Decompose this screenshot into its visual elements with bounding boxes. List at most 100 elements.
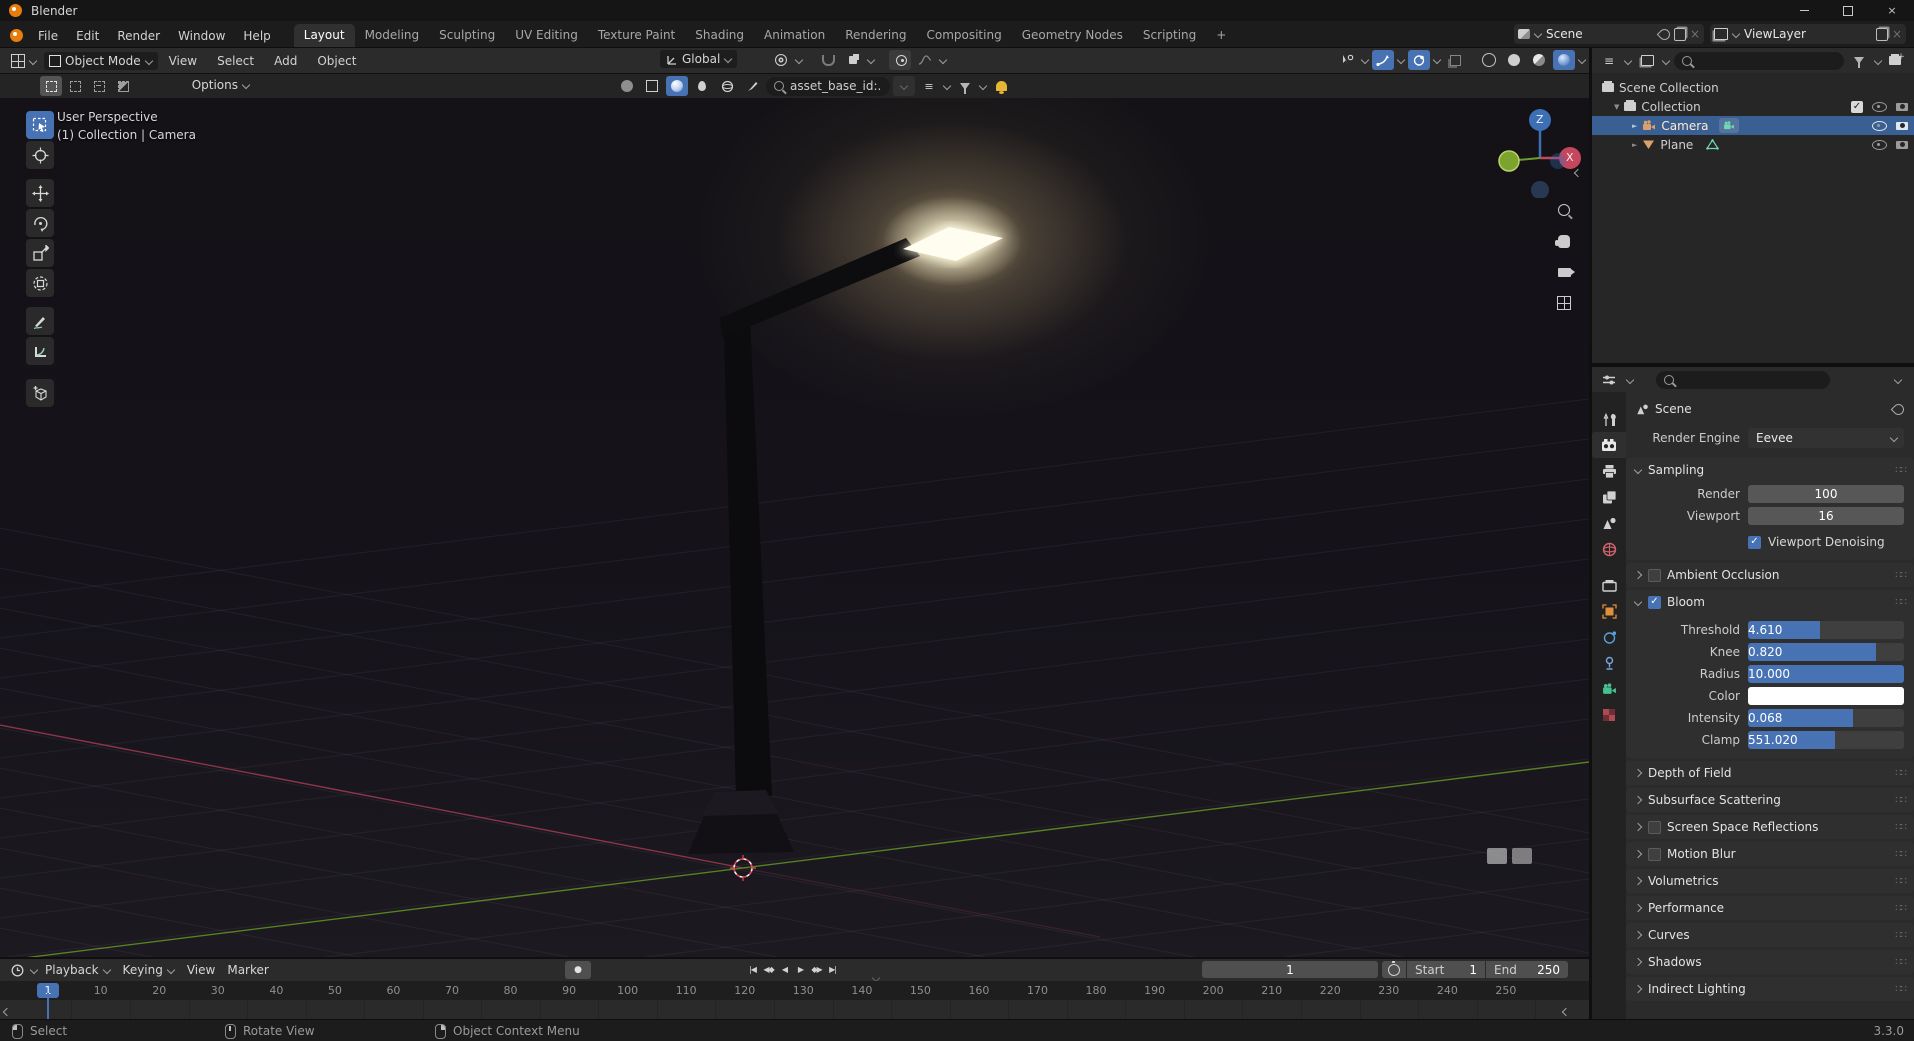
- select-mode-new-icon[interactable]: [40, 76, 62, 96]
- collection-checkbox[interactable]: ✓: [1851, 100, 1863, 113]
- panel-grip[interactable]: ∷∷: [1895, 597, 1907, 608]
- tab-view-layer[interactable]: [1592, 484, 1626, 510]
- mode-dropdown[interactable]: Object Mode: [44, 51, 158, 70]
- shading-wireframe-icon[interactable]: [1478, 50, 1500, 70]
- current-frame-field[interactable]: 1: [1202, 961, 1378, 978]
- timeline-editor-icon[interactable]: [6, 960, 28, 980]
- blender-menu-icon[interactable]: [10, 29, 23, 42]
- ambient-occlusion-header[interactable]: ✓ Ambient Occlusion ∷∷: [1626, 563, 1914, 587]
- chevron-down-icon[interactable]: [1397, 56, 1405, 64]
- add-workspace-button[interactable]: +: [1206, 24, 1236, 47]
- camera-view-icon[interactable]: [1552, 260, 1576, 284]
- outliner-display-mode-icon[interactable]: ≡: [1598, 51, 1620, 71]
- depth-of-field-header[interactable]: Depth of Field ∷∷: [1626, 761, 1914, 785]
- tool-transform[interactable]: [26, 269, 54, 297]
- shading-material-icon[interactable]: [1528, 50, 1550, 70]
- chevron-down-icon[interactable]: [939, 56, 947, 64]
- motion-blur-checkbox[interactable]: ✓: [1648, 847, 1661, 861]
- chevron-down-icon[interactable]: [1433, 56, 1441, 64]
- next-keyframe-button[interactable]: ◆▶: [809, 961, 824, 977]
- viewport-canvas[interactable]: User Perspective (1) Collection | Camera: [0, 98, 1589, 957]
- chevron-down-icon[interactable]: [1578, 56, 1586, 64]
- disclosure-triangle-icon[interactable]: ▼: [1614, 103, 1619, 111]
- disclosure-triangle-icon[interactable]: ►: [1632, 141, 1637, 149]
- panel-grip[interactable]: ∷∷: [1895, 768, 1907, 779]
- tab-uv-editing[interactable]: UV Editing: [505, 24, 588, 47]
- motion-blur-header[interactable]: ✓ Motion Blur ∷∷: [1626, 842, 1914, 866]
- tab-animation[interactable]: Animation: [754, 24, 835, 47]
- timeline-menu-view[interactable]: View: [182, 961, 220, 979]
- tab-constraints[interactable]: [1592, 650, 1626, 676]
- tool-scale[interactable]: [26, 239, 54, 267]
- tool-move[interactable]: [26, 179, 54, 207]
- panel-grip[interactable]: ∷∷: [1895, 795, 1907, 806]
- pivot-point-icon[interactable]: [770, 50, 792, 70]
- clamp-slider[interactable]: 551.020: [1748, 731, 1904, 749]
- play-reverse-button[interactable]: ◀: [777, 961, 792, 977]
- notifications-bell-icon[interactable]: [990, 76, 1012, 96]
- hide-eye-icon[interactable]: [1872, 139, 1887, 150]
- disclosure-triangle-icon[interactable]: ►: [1632, 122, 1637, 130]
- hide-eye-icon[interactable]: [1872, 120, 1887, 131]
- timeline-menu-marker[interactable]: Marker: [222, 961, 273, 979]
- menu-render[interactable]: Render: [108, 25, 169, 47]
- timeline-menu-keying[interactable]: Keying: [118, 961, 180, 979]
- tool-rotate[interactable]: [26, 209, 54, 237]
- panel-grip[interactable]: ∷∷: [1895, 930, 1907, 941]
- orientation-dropdown[interactable]: Global: [660, 50, 738, 68]
- remove-viewlayer-icon[interactable]: ×: [1892, 27, 1902, 41]
- editor-type-button[interactable]: [6, 52, 42, 70]
- knee-slider[interactable]: 0.820: [1748, 643, 1904, 661]
- collapse-timeline-icon[interactable]: [1562, 1008, 1570, 1016]
- unlink-scene-icon[interactable]: ×: [1690, 27, 1700, 41]
- gizmo-free-orbit-dot[interactable]: [1550, 153, 1566, 169]
- tool-measure[interactable]: [26, 337, 54, 365]
- viewport-denoising-checkbox[interactable]: ✓: [1748, 535, 1761, 549]
- tab-shading[interactable]: Shading: [685, 24, 754, 47]
- collapse-region-icon[interactable]: [1574, 169, 1582, 177]
- play-button[interactable]: ▶: [793, 961, 808, 977]
- outliner-row-plane[interactable]: ► Plane: [1592, 135, 1914, 154]
- ambient-occlusion-checkbox[interactable]: ✓: [1648, 568, 1661, 582]
- menu-edit[interactable]: Edit: [67, 25, 108, 47]
- chevron-down-icon[interactable]: [795, 56, 803, 64]
- proportional-editing-icon[interactable]: [889, 50, 911, 70]
- tab-physics[interactable]: [1592, 624, 1626, 650]
- scene-selector[interactable]: Scene ×: [1514, 24, 1704, 44]
- panel-grip[interactable]: ∷∷: [1895, 903, 1907, 914]
- tab-scripting[interactable]: Scripting: [1133, 24, 1206, 47]
- panel-grip[interactable]: ∷∷: [1895, 849, 1907, 860]
- tab-layout[interactable]: Layout: [293, 24, 355, 47]
- performance-header[interactable]: Performance ∷∷: [1626, 896, 1914, 920]
- chevron-down-icon[interactable]: [1361, 56, 1369, 64]
- expand-channels-icon[interactable]: [3, 1008, 11, 1016]
- new-scene-icon[interactable]: [1673, 27, 1686, 41]
- pin-icon[interactable]: [1656, 26, 1673, 42]
- chevron-down-icon[interactable]: [867, 56, 875, 64]
- indirect-lighting-header[interactable]: Indirect Lighting ∷∷: [1626, 977, 1914, 1001]
- prev-keyframe-button[interactable]: ◀◆: [761, 961, 776, 977]
- tab-modeling[interactable]: Modeling: [355, 24, 430, 47]
- tab-object[interactable]: [1592, 598, 1626, 624]
- pan-hand-icon[interactable]: [1552, 229, 1576, 253]
- tab-texture[interactable]: [1592, 702, 1626, 728]
- blenderkit-paint-icon[interactable]: [691, 76, 713, 96]
- search-history-icon[interactable]: [893, 76, 915, 96]
- chevron-down-icon[interactable]: [979, 82, 987, 90]
- close-button[interactable]: ×: [1870, 0, 1914, 21]
- blenderkit-material-icon[interactable]: [666, 76, 688, 96]
- bloom-checkbox[interactable]: ✓: [1648, 595, 1661, 609]
- gizmo-y-neg[interactable]: [1498, 150, 1520, 172]
- tab-sculpting[interactable]: Sculpting: [429, 24, 505, 47]
- tool-annotate[interactable]: [26, 307, 54, 335]
- volumetrics-header[interactable]: Volumetrics ∷∷: [1626, 869, 1914, 893]
- outliner-filter-icon[interactable]: [1848, 51, 1870, 71]
- outliner-row-collection[interactable]: ▼ Collection ✓: [1592, 97, 1914, 116]
- playhead[interactable]: [47, 993, 49, 1019]
- show-overlays-icon[interactable]: [1408, 50, 1430, 70]
- jump-to-end-button[interactable]: ▶|: [825, 961, 840, 977]
- blenderkit-brush-icon[interactable]: [741, 76, 763, 96]
- chevron-down-icon[interactable]: [1894, 376, 1902, 384]
- tab-geometry-nodes[interactable]: Geometry Nodes: [1012, 24, 1133, 47]
- viewlayer-selector[interactable]: ViewLayer ×: [1710, 24, 1906, 44]
